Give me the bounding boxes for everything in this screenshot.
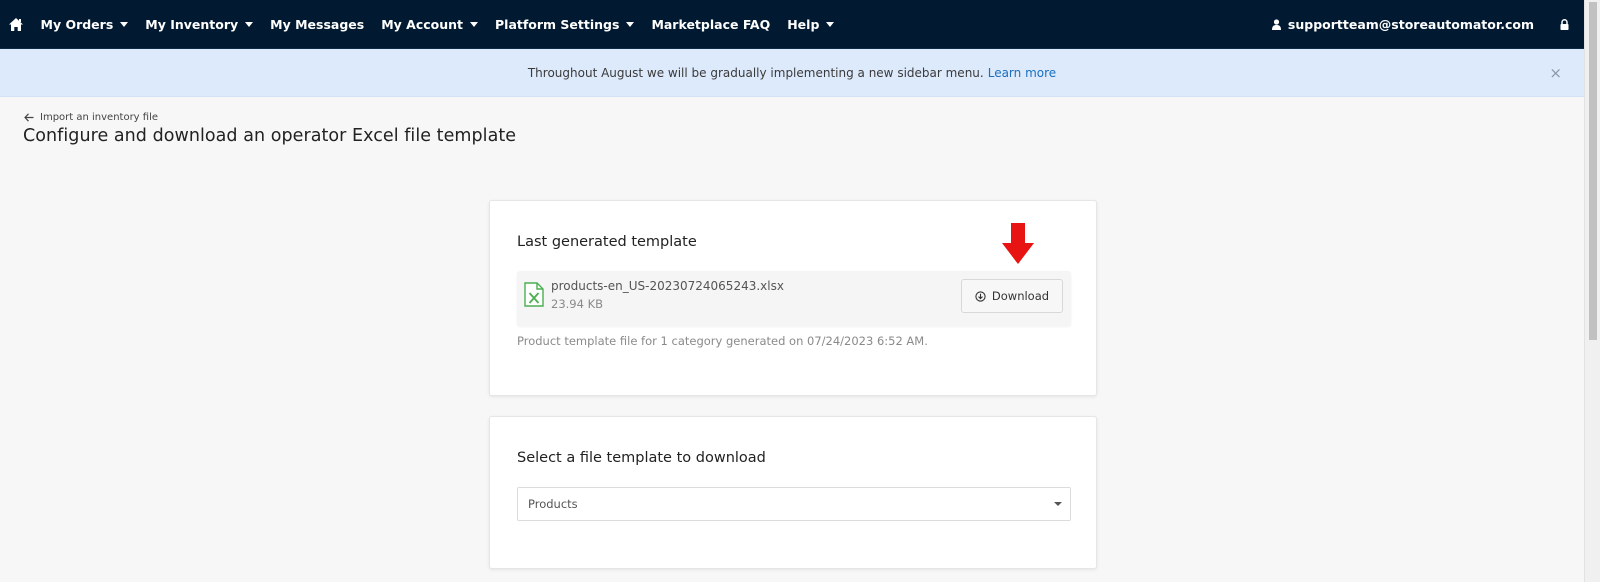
download-button[interactable]: Download — [961, 279, 1063, 313]
back-link-label: Import an inventory file — [40, 112, 159, 123]
nav-marketplace-faq[interactable]: Marketplace FAQ — [643, 0, 779, 49]
banner-text: Throughout August we will be gradually i… — [527, 65, 984, 80]
arrow-down-icon — [1001, 223, 1035, 269]
file-name: products-en_US-20230724065243.xlsx — [551, 279, 784, 293]
nav-my-account-label: My Account — [381, 16, 463, 32]
select-template-card: Select a file template to download Produ… — [489, 416, 1097, 569]
arrow-left-icon — [24, 113, 34, 122]
nav-help[interactable]: Help — [779, 0, 843, 49]
scrollbar-thumb[interactable] — [1589, 2, 1597, 340]
user-email: supportteam@storeautomator.com — [1287, 16, 1534, 32]
nav-my-messages-label: My Messages — [270, 16, 365, 32]
announcement-banner: Throughout August we will be gradually i… — [0, 49, 1584, 97]
nav-platform-settings[interactable]: Platform Settings — [487, 0, 643, 49]
user-icon — [1271, 18, 1281, 30]
page-title: Configure and download an operator Excel… — [23, 126, 517, 146]
download-button-label: Download — [991, 289, 1050, 303]
file-size: 23.94 KB — [551, 297, 604, 311]
chevron-down-icon — [470, 21, 478, 27]
file-item: products-en_US-20230724065243.xlsx 23.94… — [517, 271, 1071, 326]
back-link[interactable]: Import an inventory file — [24, 112, 158, 123]
chevron-down-icon — [1054, 502, 1062, 506]
chevron-down-icon — [245, 21, 254, 27]
nav-my-inventory[interactable]: My Inventory — [137, 0, 262, 49]
lock-icon[interactable] — [1544, 18, 1584, 30]
download-icon — [975, 290, 986, 302]
nav-marketplace-faq-label: Marketplace FAQ — [651, 16, 771, 32]
top-navigation-bar: My Orders My Inventory My Messages My Ac… — [0, 0, 1584, 49]
nav-my-orders[interactable]: My Orders — [32, 0, 137, 49]
chevron-down-icon — [626, 21, 635, 27]
nav-my-inventory-label: My Inventory — [145, 16, 239, 32]
page-scrollbar[interactable] — [1584, 0, 1600, 582]
nav-my-messages[interactable]: My Messages — [262, 0, 373, 49]
chevron-down-icon — [826, 21, 835, 27]
select-template-title: Select a file template to download — [517, 450, 766, 466]
close-icon[interactable]: × — [1549, 64, 1562, 82]
nav-platform-settings-label: Platform Settings — [495, 16, 620, 32]
file-description: Product template file for 1 category gen… — [517, 334, 928, 348]
nav-my-account[interactable]: My Account — [373, 0, 487, 49]
chevron-down-icon — [120, 21, 129, 27]
banner-learn-more-link[interactable]: Learn more — [988, 66, 1056, 80]
nav-my-orders-label: My Orders — [40, 16, 114, 32]
template-type-selected: Products — [528, 497, 578, 511]
nav-right-group: supportteam@storeautomator.com — [1262, 0, 1584, 49]
template-type-select[interactable]: Products — [517, 487, 1071, 521]
user-account-menu[interactable]: supportteam@storeautomator.com — [1262, 17, 1544, 32]
home-icon[interactable] — [0, 0, 32, 49]
last-template-title: Last generated template — [517, 234, 697, 250]
nav-help-label: Help — [787, 16, 820, 32]
excel-file-icon — [524, 282, 544, 311]
